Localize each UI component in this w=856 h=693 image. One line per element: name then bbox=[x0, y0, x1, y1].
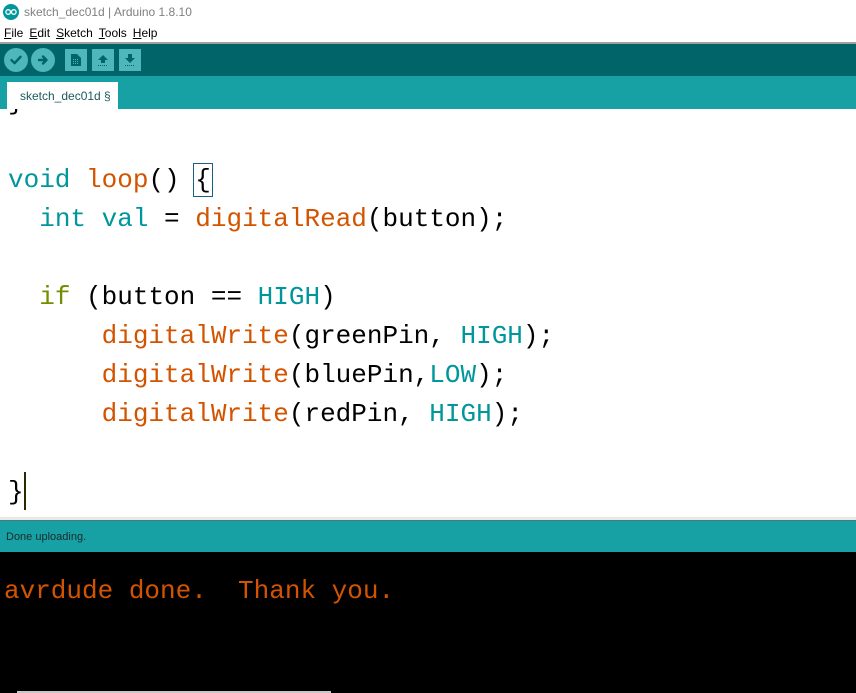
code-line: } bbox=[8, 477, 24, 507]
code-keyword: val bbox=[101, 204, 149, 234]
code-function: digitalWrite bbox=[101, 399, 289, 429]
new-sketch-button[interactable] bbox=[65, 49, 87, 71]
menu-sketch-mnemonic: S bbox=[56, 25, 65, 40]
new-file-icon bbox=[71, 54, 81, 66]
menu-sketch[interactable]: Sketch bbox=[56, 26, 93, 40]
menu-help[interactable]: Help bbox=[133, 26, 158, 40]
code-line: if (button == HIGH) bbox=[8, 282, 336, 312]
code-function: loop bbox=[86, 165, 149, 195]
upload-button[interactable] bbox=[31, 48, 55, 72]
menu-edit[interactable]: Edit bbox=[29, 26, 50, 40]
menu-sketch-label: ketch bbox=[64, 25, 93, 40]
open-button[interactable] bbox=[92, 49, 114, 71]
code-keyword: HIGH bbox=[257, 282, 321, 312]
code-line: digitalWrite(redPin, HIGH); bbox=[8, 399, 523, 429]
menu-tools[interactable]: Tools bbox=[99, 26, 127, 40]
code-token: ); bbox=[522, 321, 555, 351]
status-message: Done uploading. bbox=[6, 530, 87, 543]
code-token: () bbox=[148, 165, 196, 195]
menu-file[interactable]: File bbox=[4, 26, 23, 40]
menu-file-label: ile bbox=[11, 25, 24, 40]
code-control-keyword: if bbox=[39, 282, 71, 312]
code-line: void loop() { bbox=[8, 163, 213, 197]
code-token: = bbox=[148, 204, 196, 234]
save-button[interactable] bbox=[119, 49, 141, 71]
code-token: ); bbox=[476, 360, 508, 390]
arrow-down-icon bbox=[125, 54, 135, 66]
code-function: digitalWrite bbox=[101, 360, 289, 390]
arrow-up-icon bbox=[98, 55, 108, 66]
code-keyword: int bbox=[39, 204, 87, 234]
matched-brace: { bbox=[193, 163, 213, 197]
code-keyword: HIGH bbox=[429, 399, 492, 429]
tab-bar: sketch_dec01d § bbox=[0, 76, 856, 109]
code-token: (redPin, bbox=[288, 399, 430, 429]
menu-tools-label: ools bbox=[104, 25, 127, 40]
code-line: } bbox=[8, 109, 24, 117]
menu-bar: File Edit Sketch Tools Help bbox=[0, 23, 856, 44]
code-token: (button == bbox=[70, 282, 258, 312]
text-caret bbox=[24, 472, 26, 510]
checkmark-icon bbox=[10, 55, 22, 65]
code-line: digitalWrite(greenPin, HIGH); bbox=[8, 321, 555, 351]
verify-button[interactable] bbox=[4, 48, 28, 72]
code-keyword: void bbox=[8, 165, 71, 195]
console-output: avrdude done. Thank you. bbox=[0, 552, 856, 693]
window-title: sketch_dec01d | Arduino 1.8.10 bbox=[24, 4, 192, 19]
arrow-right-icon bbox=[37, 55, 48, 65]
code-token: ); bbox=[491, 399, 523, 429]
code-keyword: HIGH bbox=[460, 321, 523, 351]
code-function: digitalRead bbox=[195, 204, 367, 234]
code-line: digitalWrite(bluePin,LOW); bbox=[8, 360, 508, 390]
tab-sketch[interactable]: sketch_dec01d § bbox=[7, 82, 118, 109]
code-token: (bluePin, bbox=[288, 360, 430, 390]
code-token: (button); bbox=[366, 204, 508, 234]
arduino-logo-icon bbox=[3, 3, 19, 20]
menu-edit-label: dit bbox=[37, 25, 51, 40]
code-token: } bbox=[8, 109, 24, 117]
console-line: avrdude done. Thank you. bbox=[4, 576, 395, 606]
code-token: (greenPin, bbox=[288, 321, 461, 351]
code-line: int val = digitalRead(button); bbox=[8, 204, 507, 234]
status-bar: Done uploading. bbox=[0, 521, 856, 552]
title-bar: sketch_dec01d | Arduino 1.8.10 bbox=[0, 0, 856, 23]
menu-help-label: elp bbox=[141, 25, 158, 40]
code-token: } bbox=[8, 477, 24, 507]
toolbar bbox=[0, 44, 856, 76]
code-token: ) bbox=[320, 282, 336, 312]
code-keyword: LOW bbox=[429, 360, 477, 390]
code-function: digitalWrite bbox=[101, 321, 289, 351]
code-editor[interactable]: }void loop() { int val = digitalRead(but… bbox=[0, 109, 856, 517]
